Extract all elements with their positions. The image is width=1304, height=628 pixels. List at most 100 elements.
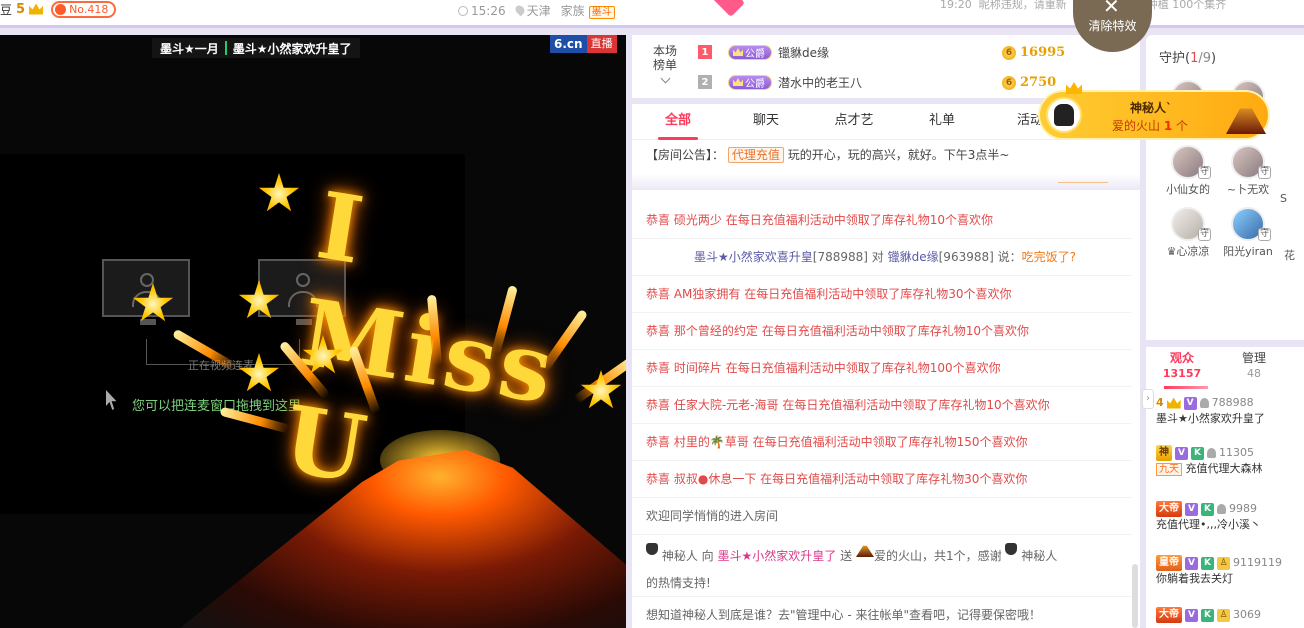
tab-managers[interactable]: 管理 48 [1218,347,1290,387]
user-link[interactable]: 任家大院-元老-海哥 [674,396,779,414]
vip-badge: V [1183,396,1197,410]
user-link[interactable]: 墨斗★小然家欢喜升皇 [694,248,813,266]
family-tag[interactable]: 墨斗 [588,6,615,19]
spy-icon [1005,543,1018,555]
k-badge: K [1191,446,1204,460]
tab-chat[interactable]: 聊天 [724,104,808,139]
audience-tabs: 观众 13157 管理 48 [1146,347,1304,389]
banner-sender: 神秘人` [1130,101,1173,115]
audience-user[interactable]: 皇帝 V K ♙ 9119119 你躺着我去关灯 [1156,555,1304,587]
user-level: 5 [16,1,26,17]
list-item: 恭喜 叔叔●休息一下 在每日充值福利活动中领取了库存礼物30个喜欢你 [632,461,1132,498]
guard-avatar[interactable]: 花 [1284,247,1304,263]
gift-banner: 神秘人` 爱的火山 1 个 [1038,82,1270,140]
list-item: 欢迎同学悄悄的进入房间 [632,498,1132,535]
spy-icon [1054,104,1074,126]
user-link[interactable]: 村里的🌴草哥 [674,433,749,451]
location-icon [513,3,526,17]
sender-avatar [1046,97,1082,133]
k-badge: K [1201,608,1214,622]
rank-user-name[interactable]: 潜水中的老王八 [778,74,862,91]
tab-all[interactable]: 全部 [636,104,720,140]
list-item: 恭喜 时间碎片 在每日充值福利活动中领取了库存礼物100个喜欢你 [632,350,1132,387]
list-item: 恭喜 AM独家拥有 在每日充值福利活动中领取了库存礼物30个喜欢你 [632,276,1132,313]
gift-message: 神秘人 向 墨斗★小然家欢升皇了 送 爱的火山，共1个，感谢 神秘人 的热情支持… [632,535,1132,597]
user-link[interactable]: 镴貅de缘 [888,248,939,266]
list-item: 恭喜 那个曾经的约定 在每日充值福利活动中领取了库存礼物10个喜欢你 [632,313,1132,350]
user-link[interactable]: 硕光两少 [674,211,722,229]
guard-badge: ♙ [1217,608,1230,622]
avatar: 守 [1231,207,1271,241]
tab-audience[interactable]: 观众 13157 [1146,347,1218,389]
collapse-arrow-icon[interactable]: › [1142,389,1154,409]
banner-gift: 爱的火山 1 个 [1112,119,1189,133]
guard-avatar[interactable]: 守阳光yiran [1220,207,1276,259]
audience-user[interactable]: 4 V 788988 墨斗★小然家欢升皇了 [1156,395,1304,427]
list-item: 墨斗★小然家欢喜升皇 [788988] 对 镴貅de缘 [963988] 说： … [632,239,1132,276]
user-link[interactable]: AM独家拥有 [674,285,741,303]
rank-row[interactable]: 2 公爵 潜水中的老王八 6 2750 [698,71,1056,93]
rank-number: 2 [698,75,712,89]
noble-badge: 公爵 [728,44,772,60]
guard-title: 守护(1/9) [1159,51,1217,66]
rank-row[interactable]: 1 公爵 镴貅de缘 6 16995 [698,41,1065,63]
chat-scrollbar[interactable] [1132,564,1138,628]
rank-number: 1 [698,45,712,59]
system-tip: 想知道神秘人到底是谁？去"管理中心 - 来往帐单"查看吧，记得要保密哦！ [632,597,1132,628]
crown-icon [733,48,743,56]
guard-avatar[interactable]: 守小仙女的 [1160,145,1216,197]
tab-talent[interactable]: 点才艺 [812,104,896,139]
user-link[interactable]: 那个曾经的约定 [674,322,758,340]
currency-label: 豆 [0,2,13,17]
k-badge: K [1201,502,1214,516]
room-city: 天津 [513,2,551,19]
tab-gifts[interactable]: 礼单 [900,104,984,139]
guard-panel: 守护(1/9) 守小仙女的 守 ~卜无欢 守 ♛心凉凉 守阳光yiran S 花 [1146,35,1304,340]
notice-toggle[interactable] [1058,182,1108,192]
co-host-hint: 您可以把连麦窗口拖拽到这里 [132,399,302,414]
crown-icon [29,3,44,15]
user-link[interactable]: 叔叔●休息一下 [674,470,756,488]
fire-icon [55,3,67,15]
agent-recharge-link[interactable]: 代理充值 [727,147,784,163]
guard-badge: ♙ [1217,556,1230,570]
user-summary: 豆 5 No.418 [0,0,117,18]
list-item: 恭喜 任家大院-元老-海哥 在每日充值福利活动中领取了库存礼物10个喜欢你 [632,387,1132,424]
vip-badge: V [1185,502,1198,516]
site-logo: 6.cn 直播 [550,35,617,53]
session-rank: 本场榜单 1 公爵 镴貅de缘 6 16995 2 公爵 潜水中的老王八 6 275… [632,35,1140,98]
message-list: 恭喜 硕光两少 在每日充值福利活动中领取了库存礼物10个喜欢你 墨斗★小然家欢喜… [632,202,1132,628]
video-player[interactable]: 墨斗★一月 墨斗★小然家欢升皇了 6.cn 直播 正在视频连麦 您可以把连麦窗口… [0,35,626,628]
list-item: 恭喜 村里的🌴草哥 在每日充值福利活动中领取了库存礼物150个喜欢你 [632,424,1132,461]
crown-icon [733,78,743,86]
rank-user-name[interactable]: 镴貅de缘 [778,44,829,61]
guard-avatar[interactable]: S [1280,192,1304,205]
room-number: No.418 [69,2,109,16]
room-number-badge[interactable]: No.418 [51,0,117,18]
room-info: 15:26 天津 家族 墨斗 [458,2,615,19]
coin-icon: 6 [1002,75,1016,90]
user-link[interactable]: 墨斗★小然家欢升皇了 [718,543,837,569]
room-family[interactable]: 家族 墨斗 [561,2,615,19]
audience-user[interactable]: 大帝 V K ♙ 3069 [1156,607,1304,623]
close-icon: ✕ [1103,0,1120,18]
room-notice: 【房间公告】： 代理充值 玩的开心，玩的高兴，就好。下午3点半~ [646,147,1010,163]
guard-avatar[interactable]: 守 ~卜无欢 [1220,145,1276,197]
volcano-gift-icon [855,545,874,557]
vip-badge: V [1185,556,1198,570]
audience-user[interactable]: 神 V K 11305 九天 充值代理大森林 [1156,445,1304,478]
room-time: 15:26 [458,4,506,18]
user-link[interactable]: 时间碎片 [674,359,722,377]
guard-avatar[interactable]: 守 ♛心凉凉 [1160,207,1216,259]
k-badge: K [1201,556,1214,570]
coin-icon: 6 [1002,45,1016,60]
user-icon [1199,398,1209,408]
audience-user[interactable]: 大帝 V K 9989 充值代理•,,,冷小溪丶 [1156,501,1304,533]
vip-badge: V [1185,608,1198,622]
cursor-icon [106,390,117,410]
clock-icon [458,5,468,16]
rank-coins: 6 16995 [1002,45,1065,60]
heart-icon[interactable] [711,0,745,17]
rank-label[interactable]: 本场榜单 [652,44,678,84]
volcano-gift-icon [1226,108,1266,134]
